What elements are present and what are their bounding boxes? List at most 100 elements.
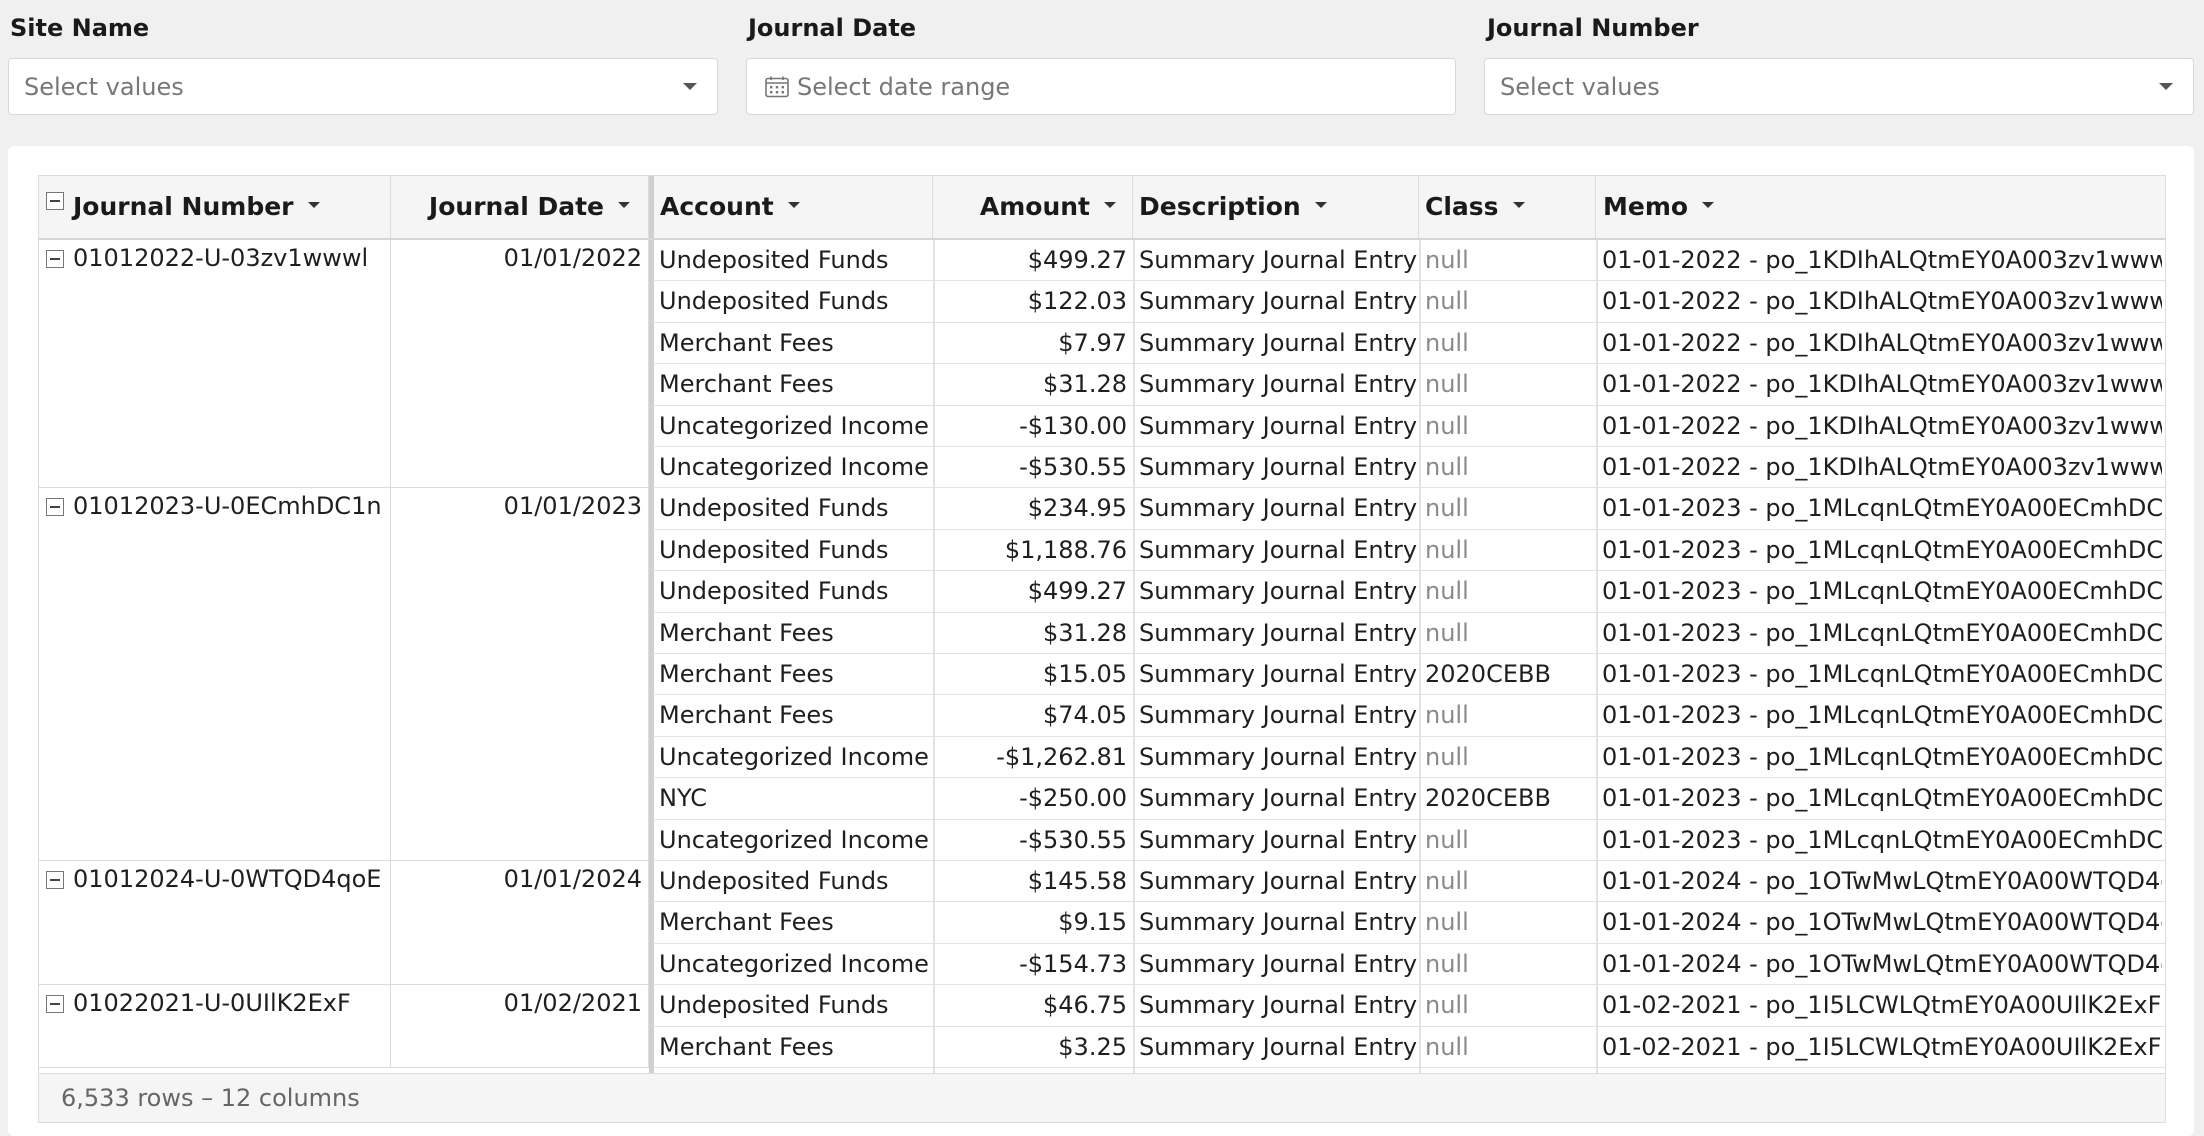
sort-caret-icon[interactable] [1104, 202, 1116, 208]
account-cell: Undeposited Funds [659, 287, 889, 316]
class-cell: null [1425, 701, 1469, 730]
header-journal-date[interactable]: Journal Date [391, 176, 649, 238]
class-cell: null [1425, 577, 1469, 606]
memo-cell: 01-01-2024 - po_1OTwMwLQtmEY0A00WTQD4q [1602, 867, 2162, 895]
header-class-label: Class [1425, 192, 1499, 221]
header-journal-number[interactable]: Journal Number [39, 176, 391, 238]
group-journal-number-cell: 01012024-U-0WTQD4qoE [39, 861, 391, 986]
description-cell: Summary Journal Entry [1139, 535, 1418, 564]
collapse-group-icon[interactable] [46, 995, 64, 1014]
chevron-down-icon [2159, 83, 2173, 90]
memo-cell: 01-01-2022 - po_1KDIhALQtmEY0A003zv1wwwl [1602, 411, 2162, 440]
memo-cell: 01-01-2022 - po_1KDIhALQtmEY0A003zv1wwwl [1602, 246, 2162, 274]
header-memo[interactable]: Memo [1596, 176, 2165, 238]
class-cell: null [1425, 908, 1469, 937]
account-cell: Merchant Fees [659, 660, 834, 688]
amount-cell: $1,188.76 [1004, 535, 1127, 564]
table-row[interactable]: Uncategorized Income -$530.55 Summary Jour… [653, 447, 2165, 489]
journal-number-value: 01012024-U-0WTQD4qoE [73, 865, 382, 893]
table-row[interactable]: Uncategorized Income -$130.00 Summary Jour… [653, 406, 2165, 447]
description-cell: Summary Journal Entry [1139, 908, 1418, 937]
collapse-group-icon[interactable] [46, 250, 64, 268]
class-cell: null [1425, 1032, 1469, 1061]
table-row[interactable]: Undeposited Funds $499.27 Summary Journal … [653, 240, 2165, 282]
memo-cell: 01-01-2023 - po_1MLcqnLQtmEY0A00ECmhDC [1602, 577, 2162, 606]
journal-number-value: 01022021-U-0UIlK2ExF [73, 989, 351, 1018]
account-cell: Uncategorized Income [659, 825, 929, 854]
sort-caret-icon[interactable] [1702, 202, 1715, 208]
class-cell: 2020CEBB [1425, 784, 1551, 813]
collapse-group-icon[interactable] [46, 871, 64, 889]
sort-caret-icon[interactable] [618, 202, 630, 208]
table-row[interactable]: Undeposited Funds $145.58 Summary Journal … [653, 861, 2165, 903]
journal-date-label: Journal Date [748, 14, 917, 42]
table-row[interactable]: Merchant Fees $3.25 Summary Journal Entry n… [653, 1027, 2165, 1068]
group-journal-date-cell: 01/01/2022 [391, 240, 649, 489]
table-row[interactable]: Merchant Fees $9.15 Summary Journal Entry n… [653, 902, 2165, 944]
table-row[interactable]: NYC -$250.00 Summary Journal Entry 2020CEBB… [653, 778, 2165, 820]
table-row[interactable]: Merchant Fees $31.28 Summary Journal Entry… [653, 364, 2165, 406]
table-row[interactable]: Undeposited Funds $46.75 Summary Journal E… [653, 985, 2165, 1027]
table-row[interactable]: Undeposited Funds $122.03 Summary Journal … [653, 281, 2165, 323]
journal-date-value: 01/01/2022 [503, 244, 642, 272]
amount-cell: $499.27 [1027, 246, 1127, 274]
journal-date-placeholder: Select date range [797, 73, 1011, 101]
sort-caret-icon[interactable] [1512, 202, 1525, 208]
table-row[interactable]: Uncategorized Income -$1,262.81 Summary Jo… [653, 737, 2165, 779]
collapse-group-icon[interactable] [46, 498, 64, 517]
table-row[interactable]: Uncategorized Income -$154.73 Summary Jour… [653, 944, 2165, 986]
description-cell: Summary Journal Entry [1139, 287, 1418, 316]
account-cell: Undeposited Funds [659, 991, 889, 1020]
journal-date-value: 01/01/2023 [503, 492, 642, 521]
memo-cell: 01-01-2023 - po_1MLcqnLQtmEY0A00ECmhDC [1602, 784, 2162, 813]
description-cell: Summary Journal Entry [1139, 701, 1418, 730]
header-account[interactable]: Account [654, 176, 933, 238]
table-body: 01012022-U-03zv1wwwl 01/01/2022 01012023-U… [39, 240, 2165, 1074]
table-row[interactable]: Merchant Fees $7.97 Summary Journal Entry n… [653, 323, 2165, 365]
header-description[interactable]: Description [1133, 176, 1419, 238]
memo-cell: 01-02-2021 - po_1I5LCWLQtmEY0A00UIlK2ExF [1602, 991, 2162, 1020]
account-cell: Uncategorized Income [659, 453, 929, 481]
table-row[interactable]: Undeposited Funds $1,188.76 Summary Journa… [653, 530, 2165, 572]
pivot-table: Journal Number Journal Date Account Amou… [38, 175, 2166, 1123]
table-row[interactable]: Undeposited Funds $234.95 Summary Journal … [653, 488, 2165, 530]
journal-number-value: 01012022-U-03zv1wwwl [73, 244, 369, 272]
account-cell: Merchant Fees [659, 618, 834, 647]
amount-cell: -$154.73 [1019, 949, 1127, 978]
collapse-all-icon[interactable] [46, 192, 64, 210]
sort-caret-icon[interactable] [787, 202, 800, 208]
account-cell: Uncategorized Income [659, 949, 929, 978]
amount-cell: $74.05 [1043, 701, 1127, 730]
table-row[interactable]: Merchant Fees $15.05 Summary Journal Entry… [653, 654, 2165, 696]
class-cell: null [1425, 618, 1469, 647]
table-row[interactable]: Merchant Fees $74.05 Summary Journal Entry… [653, 695, 2165, 737]
memo-cell: 01-01-2024 - po_1OTwMwLQtmEY0A00WTQD4q [1602, 908, 2162, 937]
amount-cell: $499.27 [1027, 577, 1127, 606]
description-cell: Summary Journal Entry [1139, 742, 1418, 771]
account-cell: Undeposited Funds [659, 535, 889, 564]
table-row[interactable]: Merchant Fees $31.28 Summary Journal Entry… [653, 613, 2165, 654]
memo-cell: 01-01-2023 - po_1MLcqnLQtmEY0A00ECmhDC [1602, 618, 2162, 647]
journal-date-picker[interactable]: Select date range [746, 58, 1456, 115]
journal-number-select[interactable]: Select values [1484, 58, 2194, 115]
sort-caret-icon[interactable] [307, 202, 320, 208]
amount-cell: $46.75 [1043, 991, 1127, 1020]
table-row[interactable]: Undeposited Funds $499.27 Summary Journal … [653, 571, 2165, 613]
description-cell: Summary Journal Entry [1139, 867, 1418, 895]
class-cell: null [1425, 328, 1469, 357]
amount-cell: $3.25 [1058, 1032, 1127, 1061]
class-cell: null [1425, 825, 1469, 854]
memo-cell: 01-01-2023 - po_1MLcqnLQtmEY0A00ECmhDC [1602, 494, 2162, 523]
description-cell: Summary Journal Entry [1139, 949, 1418, 978]
memo-cell: 01-01-2022 - po_1KDIhALQtmEY0A003zv1wwwl [1602, 453, 2162, 481]
account-cell: Merchant Fees [659, 328, 834, 357]
site-name-select[interactable]: Select values [8, 58, 718, 115]
sort-caret-icon[interactable] [1314, 202, 1327, 208]
header-amount[interactable]: Amount [933, 176, 1133, 238]
table-row[interactable]: Uncategorized Income -$530.55 Summary Jour… [653, 820, 2165, 861]
row-count-text: 6,533 rows – 12 columns [61, 1084, 360, 1112]
account-cell: Undeposited Funds [659, 577, 889, 606]
memo-cell: 01-01-2023 - po_1MLcqnLQtmEY0A00ECmhDC [1602, 660, 2162, 688]
header-class[interactable]: Class [1419, 176, 1596, 238]
amount-cell: $234.95 [1027, 494, 1127, 523]
